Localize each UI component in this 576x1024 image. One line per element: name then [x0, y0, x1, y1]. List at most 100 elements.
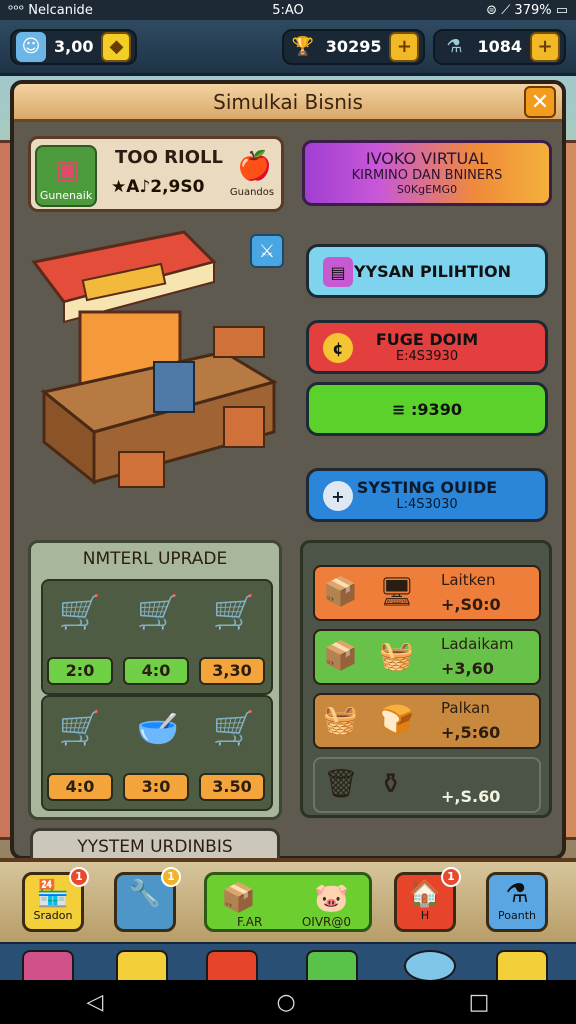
item-list: 📦 🖥 Laitken +,S0:0 📦 🧺 Ladaikam +3,60 🧺 …: [300, 540, 552, 818]
sword-button[interactable]: ⚔: [250, 234, 284, 268]
quick-tray: [0, 942, 576, 982]
potion-resource[interactable]: ⚗ 1084 +: [433, 28, 566, 65]
tray-item-1[interactable]: [22, 950, 74, 982]
list-item-price: +,S0:0: [441, 595, 501, 614]
panel-title: Simulkai Bisnis: [14, 84, 562, 122]
shop-thumb: 🍎 Guandos: [227, 147, 277, 203]
virtual-line-3: S0KgEMG0: [396, 183, 458, 196]
center-nav-button[interactable]: 📦 🐷 F.AR OIVR@0: [204, 872, 372, 932]
upgrade-price[interactable]: 3:0: [123, 773, 189, 801]
list-item[interactable]: 🗑 ⚱ +,S.60: [313, 757, 541, 813]
research-nav-button[interactable]: ⚗ Poanth: [486, 872, 548, 932]
green-action-button[interactable]: ≡ :9390: [306, 382, 548, 436]
fuge-button[interactable]: ¢ FUGE DOIM E:4S3930: [306, 320, 548, 374]
trophy-resource[interactable]: 🏆 30295 +: [281, 28, 426, 65]
cart-coins-icon[interactable]: 🛒: [203, 583, 265, 643]
cart-tools-icon[interactable]: 🛒: [127, 583, 189, 643]
status-bar: ᵒᵒᵒ Nelcanide 5:AO ⊜ ⟋ 379% ▭: [0, 0, 576, 20]
crate-icon: 📦: [323, 639, 358, 672]
bottom-bar: 🏪 Sradon 1 🔧 1 📦 🐷 F.AR OIVR@0 🏠 H 1 ⚗ P…: [0, 858, 576, 942]
upgrade-row-2: 🛒 🥣 🛒 4:0 3:0 3.50: [41, 695, 273, 811]
resource-value-3: 1084: [477, 37, 522, 56]
resource-bar: ☺ 3,00 ◆ 🏆 30295 + ⚗ 1084 +: [0, 20, 576, 76]
back-icon[interactable]: ◁: [87, 990, 104, 1015]
box-icon: 📦: [323, 575, 358, 608]
tray-icon: 🧺: [323, 703, 358, 736]
store-nav-label: Sradon: [33, 909, 73, 922]
house-nav-button[interactable]: 🏠 H 1: [394, 867, 461, 932]
tray-item-5[interactable]: [404, 950, 456, 982]
shop-thumb-label: Guandos: [229, 187, 275, 198]
notification-badge: 1: [161, 867, 181, 887]
fuge-sub: E:4S3930: [395, 349, 459, 364]
pot-icon: ⚱: [379, 767, 403, 800]
research-nav-label: Poanth: [498, 909, 536, 922]
panel-title-text: Simulkai Bisnis: [213, 90, 363, 114]
add-trophy-button[interactable]: +: [389, 31, 420, 62]
coin-icon: ¢: [323, 333, 353, 363]
add-potion-button[interactable]: +: [530, 31, 560, 62]
piggy-bank-icon: 🐷: [314, 881, 349, 914]
upgrade-price[interactable]: 2:0: [47, 657, 113, 685]
home-icon[interactable]: ○: [276, 990, 295, 1015]
basket-icon: ▤: [323, 257, 353, 287]
shop-name: TOO RIOLL: [115, 147, 223, 168]
basket-icon: 🧺: [379, 639, 414, 672]
system-guide-sub: L:4S3030: [396, 497, 458, 512]
store-nav-button[interactable]: 🏪 Sradon 1: [22, 867, 89, 932]
tray-item-2[interactable]: [116, 950, 168, 982]
center-left-label: F.AR: [237, 915, 263, 929]
list-item[interactable]: 📦 🖥 Laitken +,S0:0: [313, 565, 541, 621]
recents-icon[interactable]: □: [469, 990, 490, 1015]
list-item-name: Palkan: [441, 699, 490, 717]
trolley-icon[interactable]: 🛒: [203, 699, 265, 759]
upgrade-panel: NMTERL UPRADE 🛒 🛒 🛒 2:0 4:0 3,30 🛒 🥣 🛒 4…: [28, 540, 282, 820]
upgrade-price[interactable]: 3,30: [199, 657, 265, 685]
list-item-name: Laitken: [441, 571, 496, 589]
cart-gifts-icon[interactable]: 🛒: [49, 583, 111, 643]
resource-value-1: 3,00: [54, 37, 94, 56]
upgrade-price[interactable]: 4:0: [123, 657, 189, 685]
shop-option-button[interactable]: ▤ FYYSAN PILIHTION: [306, 244, 548, 298]
center-right-label: OIVR@0: [301, 915, 351, 929]
tray-item-3[interactable]: [206, 950, 258, 982]
system-tab-label: YYSTEM URDINBIS: [77, 837, 233, 857]
upgrade-price[interactable]: 3.50: [199, 773, 265, 801]
shop-badge-icon: ▣: [55, 155, 80, 185]
shop-card[interactable]: ▣ Gunenaik TOO RIOLL ★A♪2,9S0 🍎 Guandos: [28, 136, 284, 212]
close-button[interactable]: ✕: [524, 86, 556, 118]
player-resource[interactable]: ☺ 3,00 ◆: [10, 28, 138, 65]
main-panel: Simulkai Bisnis ✕ ▣ Gunenaik TOO RIOLL ★…: [10, 80, 566, 864]
virtual-store-card[interactable]: IVOKO VIRTUAL KIRMINO DAN BNINERS S0KgEM…: [302, 140, 552, 206]
list-item-price: +3,60: [441, 659, 494, 678]
shop-option-label: FYYSAN PILIHTION: [342, 261, 512, 281]
list-item[interactable]: 📦 🧺 Ladaikam +3,60: [313, 629, 541, 685]
avatar-icon[interactable]: ☺: [16, 31, 46, 62]
virtual-line-2: KIRMINO DAN BNINERS: [351, 168, 503, 183]
upgrade-title: NMTERL UPRADE: [82, 549, 228, 569]
tools-nav-button[interactable]: 🔧 1: [114, 867, 181, 932]
gem-icon[interactable]: ◆: [101, 31, 132, 62]
fuge-label: FUGE DOIM: [375, 330, 479, 349]
bowl-icon[interactable]: 🥣: [127, 699, 189, 759]
system-nav-bar: ◁ ○ □: [0, 980, 576, 1024]
fruit-icon: 🍎: [237, 149, 272, 182]
trophy-icon: 🏆: [291, 36, 314, 57]
status-icons: ⊜ ⟋ 379% ▭: [486, 2, 569, 18]
system-guide-button[interactable]: + SYSTING OUIDE L:4S3030: [306, 468, 548, 522]
house-nav-label: H: [420, 909, 430, 922]
green-action-label: ≡ :9390: [392, 399, 462, 419]
tray-item-6[interactable]: [496, 950, 548, 982]
plus-circle-icon: +: [323, 481, 353, 511]
upgrade-row-1: 🛒 🛒 🛒 2:0 4:0 3,30: [41, 579, 273, 695]
list-item-price: +,5:60: [441, 723, 501, 742]
list-item[interactable]: 🧺 🍞 Palkan +,5:60: [313, 693, 541, 749]
shop-badge-label: Gunenaik: [39, 189, 93, 202]
flask-icon: ⚗: [505, 879, 529, 909]
tray-item-4[interactable]: [306, 950, 358, 982]
upgrade-price[interactable]: 4:0: [47, 773, 113, 801]
list-item-price: +,S.60: [441, 787, 501, 806]
clock: 5:AO: [272, 2, 304, 18]
cart-gold-icon[interactable]: 🛒: [49, 699, 111, 759]
virtual-line-1: IVOKO VIRTUAL: [365, 149, 489, 168]
